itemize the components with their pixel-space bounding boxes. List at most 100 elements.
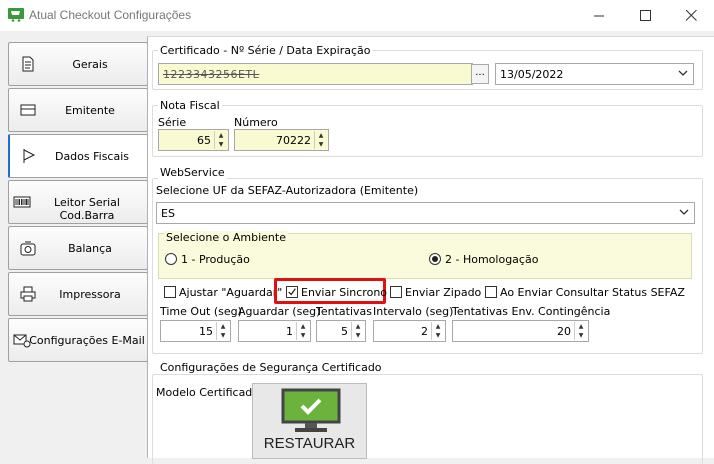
certificado-serial-field[interactable]: 1223343256ETL [158,63,473,85]
stepper-up-icon[interactable]: ▲ [352,322,364,331]
ambiente-homologacao-radio[interactable] [429,253,441,265]
consultar-status-checkbox[interactable] [485,286,497,298]
app-window: Atual Checkout Configurações Gerais Emit… [0,0,714,464]
seguranca-group-title: Configurações de Segurança Certificado [158,361,384,374]
ambiente-producao-label: 1 - Produção [181,253,250,266]
tentativas-stepper-buttons[interactable]: ▲ ▼ [351,322,364,340]
date-expiration-value: 13/05/2022 [500,68,564,81]
ambiente-producao-radio[interactable] [165,253,177,265]
uf-label: Selecione UF da SEFAZ-Autorizadora (Emit… [156,184,419,197]
sidebar-item-leitor-serial[interactable]: Leitor Serial Cod.Barra [8,180,148,224]
aguardar-stepper[interactable]: 1 ▲ ▼ [238,320,311,342]
sidebar-item-dados-fiscais[interactable]: Dados Fiscais [8,134,150,178]
stepper-down-icon[interactable]: ▼ [352,331,364,340]
intervalo-stepper[interactable]: 2 ▲ ▼ [373,320,446,342]
stepper-down-icon[interactable]: ▼ [432,331,444,340]
numero-value: 70222 [276,134,311,147]
sidebar-item-emitente[interactable]: Emitente [8,88,148,132]
webservice-group-title: WebService [158,166,227,179]
sidebar-item-balanca[interactable]: Balança [8,226,148,270]
restaurar-label: RESTAURAR [263,435,356,452]
chevron-down-icon [678,70,688,76]
intervalo-label: Intervalo (seg) [373,305,454,318]
sidebar-item-configuracoes-email[interactable]: Configurações E-Mail [8,318,148,362]
close-button[interactable] [668,0,714,31]
sidebar-item-label: Emitente [65,104,115,117]
numero-stepper-buttons[interactable]: ▲ ▼ [314,131,327,149]
date-expiration-select[interactable]: 13/05/2022 [495,63,694,85]
timeout-stepper-buttons[interactable]: ▲ ▼ [216,322,229,340]
contingencia-label: Tentativas Env. Contingência [452,305,611,318]
stepper-up-icon[interactable]: ▲ [215,131,227,140]
title-bar: Atual Checkout Configurações [0,0,714,31]
maximize-icon [639,10,651,21]
restaurar-button[interactable]: RESTAURAR [252,383,367,459]
ambiente-group-title: Selecione o Ambiente [164,231,288,244]
uf-select[interactable]: ES [156,202,695,224]
chevron-down-icon [679,209,689,215]
stepper-down-icon[interactable]: ▼ [215,140,227,149]
aguardar-value: 1 [286,325,293,338]
timeout-stepper[interactable]: 15 ▲ ▼ [160,320,231,342]
stepper-down-icon[interactable]: ▼ [297,331,309,340]
maximize-button[interactable] [622,0,668,31]
contingencia-value: 20 [557,325,571,338]
tentativas-label: Tentativas [316,305,372,318]
timeout-label: Time Out (seg) [160,305,242,318]
browse-certificate-button[interactable]: ... [471,64,489,84]
window-title: Atual Checkout Configurações [29,8,192,22]
sidebar-item-label: Dados Fiscais [54,150,130,163]
stepper-up-icon[interactable]: ▲ [315,131,327,140]
checkmark-icon [288,288,296,296]
enviar-zipado-label: Enviar Zipado [405,286,482,299]
monitor-check-icon [281,388,341,432]
stepper-up-icon[interactable]: ▲ [432,322,444,331]
close-icon [685,10,697,21]
stepper-up-icon[interactable]: ▲ [297,322,309,331]
sidebar-item-label: Gerais [72,58,108,71]
stepper-down-icon[interactable]: ▼ [217,331,229,340]
serie-value: 65 [197,134,211,147]
tentativas-stepper[interactable]: 5 ▲ ▼ [316,320,366,342]
numero-label: Número [234,116,278,129]
minimize-button[interactable] [576,0,622,31]
main-panel: Certificado - Nº Série / Data Expiração … [147,36,714,464]
serie-stepper-buttons[interactable]: ▲ ▼ [214,131,227,149]
stepper-down-icon[interactable]: ▼ [575,331,587,340]
certificado-serial-value: 1223343256ETL [163,68,260,81]
modelo-certificado-label: Modelo Certificado [156,386,260,399]
uf-value: ES [161,207,175,220]
stepper-down-icon[interactable]: ▼ [315,140,327,149]
ajustar-aguardar-label: Ajustar "Aguardar" [179,286,283,299]
sidebar-item-label: Leitor Serial Cod.Barra [54,196,120,222]
sidebar-item-impressora[interactable]: Impressora [8,272,148,316]
enviar-sincrono-checkbox[interactable] [286,286,298,298]
ambiente-group: Selecione o Ambiente 1 - Produção 2 - Ho… [158,231,692,279]
aguardar-label: Aguardar (seg) [238,305,321,318]
contingencia-stepper[interactable]: 20 ▲ ▼ [452,320,589,342]
aguardar-stepper-buttons[interactable]: ▲ ▼ [296,322,309,340]
nota-fiscal-group-title: Nota Fiscal [158,99,222,112]
serie-stepper[interactable]: 65 ▲ ▼ [158,129,229,151]
tentativas-value: 5 [341,325,348,338]
ambiente-homologacao-label: 2 - Homologação [445,253,539,266]
sidebar-item-label: Balança [68,242,112,255]
minimize-icon [593,15,604,17]
enviar-zipado-checkbox[interactable] [390,286,402,298]
sidebar-item-label: Impressora [59,288,121,301]
serie-label: Série [158,116,187,129]
sidebar-item-gerais[interactable]: Gerais [8,42,148,86]
intervalo-value: 2 [421,325,428,338]
stepper-up-icon[interactable]: ▲ [217,322,229,331]
certificado-group-title: Certificado - Nº Série / Data Expiração [158,44,373,57]
timeout-value: 15 [199,325,213,338]
consultar-status-label: Ao Enviar Consultar Status SEFAZ [500,286,685,299]
contingencia-stepper-buttons[interactable]: ▲ ▼ [574,322,587,340]
sidebar-item-label: Configurações E-Mail [29,334,145,347]
enviar-sincrono-label: Enviar Sincrono [301,286,388,299]
ajustar-aguardar-checkbox[interactable] [164,286,176,298]
intervalo-stepper-buttons[interactable]: ▲ ▼ [431,322,444,340]
cart-app-icon [8,8,24,22]
stepper-up-icon[interactable]: ▲ [575,322,587,331]
numero-stepper[interactable]: 70222 ▲ ▼ [234,129,329,151]
